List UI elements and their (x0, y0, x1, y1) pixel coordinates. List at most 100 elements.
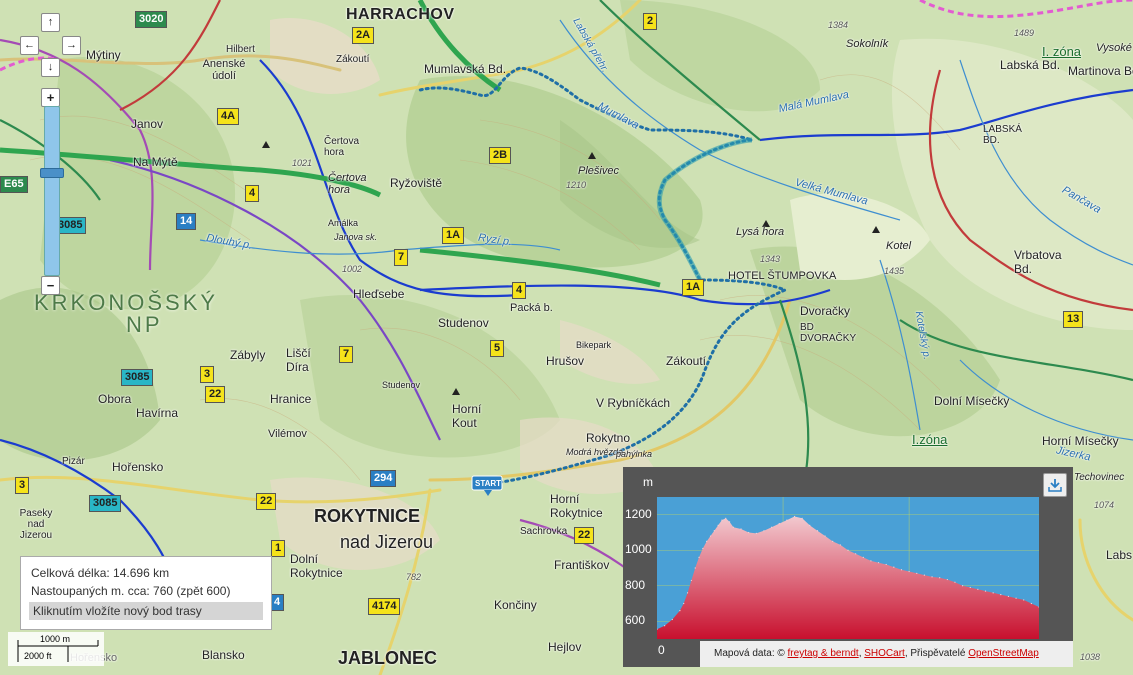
route-number: 14 (176, 213, 197, 230)
route-number: 3 (200, 366, 215, 383)
add-point-hint[interactable]: Kliknutím vložíte nový bod trasy (29, 602, 263, 620)
elevation-point (1007, 595, 1010, 597)
route-number: 2 (643, 13, 658, 30)
download-button[interactable] (1043, 473, 1067, 497)
elevation-label: 1038 (1080, 652, 1101, 662)
start-label: START (475, 479, 502, 488)
route-number: 3020 (135, 11, 168, 28)
route-number: 2A (352, 27, 375, 44)
route-number: 13 (1063, 311, 1084, 328)
pan-left-button[interactable]: ← (20, 36, 39, 55)
peak-label: Lysá hora (736, 226, 785, 238)
place-label: V Rybníčkách (596, 396, 671, 410)
attribution-mid: , Přispěvatelé (904, 648, 966, 659)
elevation-point (671, 618, 673, 621)
elevation-point (1030, 602, 1032, 605)
download-icon (1048, 479, 1062, 492)
pan-up-button[interactable]: ↑ (41, 13, 60, 32)
elevation-point (847, 549, 849, 551)
place-label: Na Mýtě (133, 155, 178, 169)
route-number: 1A (682, 279, 705, 296)
place-label: Františkov (554, 558, 610, 572)
route-number: 4 (245, 185, 260, 202)
place-label: Hilbert (226, 44, 255, 55)
zoom-slider-track[interactable] (44, 106, 60, 276)
elevation-label: 1074 (1094, 500, 1115, 510)
elevation-label: 1435 (884, 266, 905, 276)
elevation-profile-panel: m 600 800 1000 1200 (623, 467, 1073, 667)
attribution-link-osm[interactable]: OpenStreetMap (968, 648, 1039, 659)
pan-down-button[interactable]: ↓ (41, 58, 60, 77)
elevation-point (778, 523, 780, 525)
elevation-point (839, 544, 841, 546)
place-label: Končiny (494, 598, 537, 612)
route-number: 4174 (368, 598, 401, 615)
place-label: Dolní Rokytnice (290, 552, 343, 580)
elevation-point (728, 521, 731, 523)
elevation-point (748, 531, 750, 534)
town-label: nad Jizerou (340, 532, 434, 552)
zoom-in-button[interactable]: + (41, 88, 60, 107)
place-label: Packá b. (510, 302, 553, 314)
elevation-point (717, 524, 719, 526)
place-label: Dvoračky (800, 304, 851, 318)
attribution-link-shocart[interactable]: SHOCart (864, 648, 905, 659)
elevation-point (679, 610, 681, 612)
y-tick-label: 600 (625, 613, 646, 628)
elevation-point (690, 579, 692, 582)
zone-label: I. zóna (1042, 44, 1082, 59)
place-label: Modrá hvězda (566, 447, 624, 457)
place-label: Hrušov (546, 354, 585, 368)
elevation-point (862, 556, 864, 558)
elevation-chart[interactable] (657, 497, 1039, 639)
attribution-prefix: Mapová data: © (714, 648, 785, 659)
elevation-point (946, 578, 948, 581)
place-label: HOTEL ŠTUMPOVKA (728, 270, 837, 282)
peak-label: Kotel (886, 240, 912, 252)
place-label: Hořensko (112, 460, 164, 474)
elevation-point (977, 588, 979, 590)
place-label: HARRACHOV (346, 6, 455, 23)
place-label: Mýtiny (86, 48, 121, 62)
elevation-point (1023, 599, 1025, 601)
place-label: Labská Bd. (1000, 58, 1061, 72)
elevation-point (824, 535, 826, 537)
place-label: LABSKÁ BD. (983, 124, 1022, 146)
place-label: Rokytno (586, 431, 631, 445)
route-number: 7 (339, 346, 354, 363)
zoom-slider-handle[interactable] (40, 168, 64, 178)
elevation-point (916, 572, 918, 574)
place-label: Ryžoviště (390, 176, 443, 190)
y-tick-label: 1200 (625, 506, 652, 521)
place-label: Pizár (62, 456, 85, 467)
place-label: Havírna (136, 406, 179, 420)
route-number: 4 (270, 594, 285, 611)
place-label: Janova sk. (334, 232, 378, 242)
scale-metric: 1000 m (40, 634, 71, 644)
elevation-point (1000, 594, 1002, 596)
place-label: Vilémov (268, 428, 307, 440)
place-label: Mumlavská Bd. (424, 62, 507, 76)
pan-right-button[interactable]: → (62, 36, 81, 55)
attribution-link-freytag[interactable]: freytag & berndt (788, 648, 859, 659)
place-label: Dolní Mísečky (934, 394, 1010, 408)
elevation-point (755, 532, 757, 534)
elevation-unit: m (643, 475, 653, 489)
place-label: Obora (98, 392, 132, 406)
place-label: Čertova hora (324, 136, 360, 158)
elevation-label: 1210 (566, 180, 587, 190)
place-label: Hejlov (548, 640, 582, 654)
elevation-point (786, 519, 788, 521)
elevation-label: 782 (406, 572, 422, 582)
elevation-point (771, 526, 773, 528)
elevation-point (900, 569, 903, 571)
elevation-label: 1002 (342, 264, 363, 274)
route-number: 7 (394, 249, 409, 266)
elevation-point (832, 540, 834, 542)
map-attribution: Mapová data: © freytag & berndt, SHOCart… (700, 641, 1073, 667)
place-label: pahýlnka (616, 449, 653, 459)
zoom-out-button[interactable]: − (41, 276, 60, 295)
scale-bar: 1000 m 2000 ft (8, 632, 104, 666)
place-label: Martinova Bd. (1068, 64, 1133, 78)
route-number: 1A (442, 227, 465, 244)
